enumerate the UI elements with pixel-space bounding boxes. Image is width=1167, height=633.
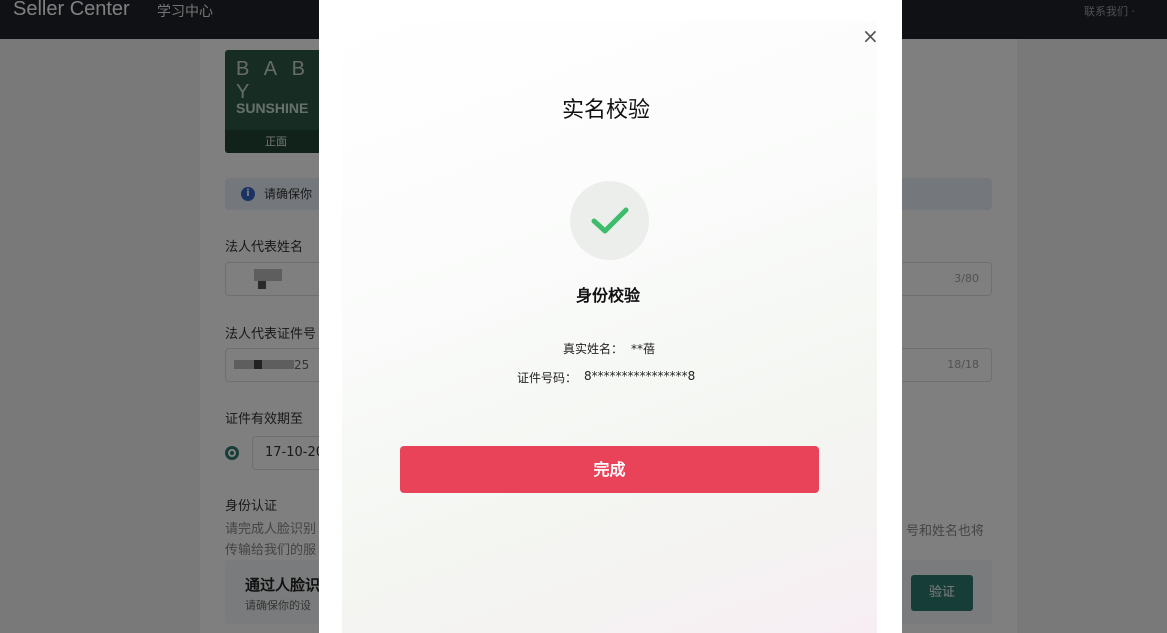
close-icon[interactable]: ×: [862, 24, 879, 48]
id-number-label: 证件号码：: [517, 371, 578, 385]
modal-subtitle: 身份校验: [576, 286, 641, 305]
id-number-value: 8****************8: [584, 369, 696, 383]
real-name-value: **蓓: [631, 342, 656, 356]
success-check-icon: [570, 181, 649, 260]
done-button[interactable]: 完成: [400, 446, 819, 493]
real-name-label: 真实姓名：: [563, 342, 624, 356]
modal-title: 实名校验: [562, 98, 651, 123]
